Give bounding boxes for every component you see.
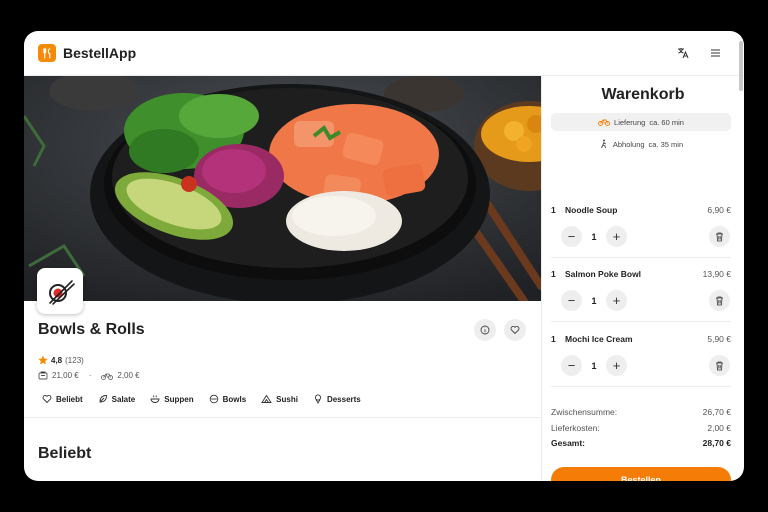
info-icon [480, 325, 490, 335]
shop-logo [37, 268, 83, 314]
item-name: Mochi Ice Cream [565, 334, 633, 344]
brand-logo-icon[interactable] [38, 44, 56, 62]
item-price: 5,90 € [707, 334, 731, 344]
cart-panel: Warenkorb Lieferung ca. 60 min Abholung … [542, 76, 744, 481]
item-price: 13,90 € [702, 269, 731, 279]
delivery-cost-value: 2,00 € [707, 423, 731, 433]
increase-button[interactable]: + [606, 290, 627, 311]
menu-icon[interactable] [708, 46, 722, 60]
pickup-option[interactable]: Abholung ca. 35 min [551, 135, 731, 153]
category-sushi[interactable]: Sushi [261, 394, 298, 404]
delivery-time: ca. 60 min [649, 117, 684, 127]
remove-item-button[interactable] [709, 290, 730, 311]
item-count: 1 [591, 360, 597, 371]
item-count: 1 [591, 295, 597, 306]
fees-info: 21,00 € · 2,00 € [38, 371, 140, 380]
delivery-cost-label: Lieferkosten: [551, 423, 600, 433]
total-label: Gesamt: [551, 438, 586, 448]
item-qty: 1 [551, 334, 556, 344]
icecream-icon [314, 394, 321, 404]
subtotal-value: 26,70 € [702, 407, 731, 417]
cart-item: 1 Salmon Poke Bowl 13,90 € [551, 269, 731, 279]
category-label: Beliebt [56, 394, 83, 404]
walking-icon [600, 139, 607, 149]
basket-icon [38, 371, 48, 380]
category-salate[interactable]: Salate [98, 394, 136, 404]
divider [551, 257, 731, 258]
trash-icon [716, 361, 723, 370]
cart-title: Warenkorb [601, 86, 685, 103]
category-label: Suppen [164, 394, 194, 404]
dot-separator: · [88, 371, 92, 380]
subtotal-row: Zwischensumme: 26,70 € [551, 407, 731, 417]
quantity-stepper: − 1 + [561, 355, 627, 376]
rating-count: (123) [65, 355, 84, 365]
item-qty: 1 [551, 269, 556, 279]
total-value: 28,70 € [702, 438, 731, 448]
delivery-label: Lieferung [614, 117, 646, 127]
remove-item-button[interactable] [709, 355, 730, 376]
total-row: Gesamt: 28,70 € [551, 438, 731, 448]
soup-icon [150, 395, 160, 403]
info-button[interactable] [474, 319, 496, 341]
subtotal-label: Zwischensumme: [551, 407, 618, 417]
heart-icon [42, 395, 52, 404]
category-nav: Beliebt Salate Suppen Bowls Sushi Desser… [42, 394, 361, 404]
category-label: Bowls [222, 394, 247, 404]
star-icon [38, 355, 48, 365]
category-bowls[interactable]: Bowls [209, 394, 247, 404]
bike-icon [101, 373, 114, 380]
divider [551, 386, 731, 387]
sushi-icon [261, 394, 272, 403]
brand-name[interactable]: BestellApp [63, 45, 136, 61]
bike-icon [598, 119, 610, 126]
item-name: Noodle Soup [565, 205, 618, 215]
category-suppen[interactable]: Suppen [150, 394, 194, 404]
category-beliebt[interactable]: Beliebt [42, 394, 83, 404]
increase-button[interactable]: + [606, 355, 627, 376]
delivery-cost-row: Lieferkosten: 2,00 € [551, 423, 731, 433]
category-label: Desserts [326, 394, 361, 404]
item-qty: 1 [551, 205, 556, 215]
increase-button[interactable]: + [606, 226, 627, 247]
heart-icon [510, 326, 520, 335]
cart-item: 1 Noodle Soup 6,90 € [551, 205, 731, 215]
pickup-label: Abholung [612, 139, 645, 149]
quantity-stepper: − 1 + [561, 290, 627, 311]
divider [24, 417, 541, 418]
shop-name: Bowls & Rolls [38, 321, 145, 338]
category-desserts[interactable]: Desserts [313, 394, 361, 404]
decrease-button[interactable]: − [561, 226, 582, 247]
category-label: Sushi [276, 394, 298, 404]
category-label: Salate [111, 394, 136, 404]
trash-icon [716, 232, 723, 241]
hero-image [24, 76, 541, 301]
item-count: 1 [591, 231, 597, 242]
translate-icon[interactable] [676, 46, 690, 60]
item-name: Salmon Poke Bowl [565, 269, 642, 279]
order-button[interactable]: Bestellen [551, 467, 731, 481]
remove-item-button[interactable] [709, 226, 730, 247]
divider [551, 321, 731, 322]
favorite-button[interactable] [504, 319, 526, 341]
pickup-time: ca. 35 min [648, 139, 684, 149]
rating: 4,8 (123) [38, 355, 84, 365]
item-price: 6,90 € [707, 205, 731, 215]
rating-value: 4,8 [51, 355, 63, 365]
delivery-option[interactable]: Lieferung ca. 60 min [551, 113, 731, 131]
app-window: BestellApp Bowls & Rolls 4,8 (123) 21,00… [24, 31, 744, 481]
leaf-icon [99, 395, 107, 403]
min-order: 21,00 € [52, 371, 79, 380]
decrease-button[interactable]: − [561, 290, 582, 311]
decrease-button[interactable]: − [561, 355, 582, 376]
trash-icon [716, 296, 723, 305]
delivery-fee: 2,00 € [117, 371, 140, 380]
bowl-icon [209, 394, 218, 404]
top-bar: BestellApp [24, 31, 744, 91]
quantity-stepper: − 1 + [561, 226, 627, 247]
cart-item: 1 Mochi Ice Cream 5,90 € [551, 334, 731, 344]
section-title: Beliebt [38, 445, 92, 462]
